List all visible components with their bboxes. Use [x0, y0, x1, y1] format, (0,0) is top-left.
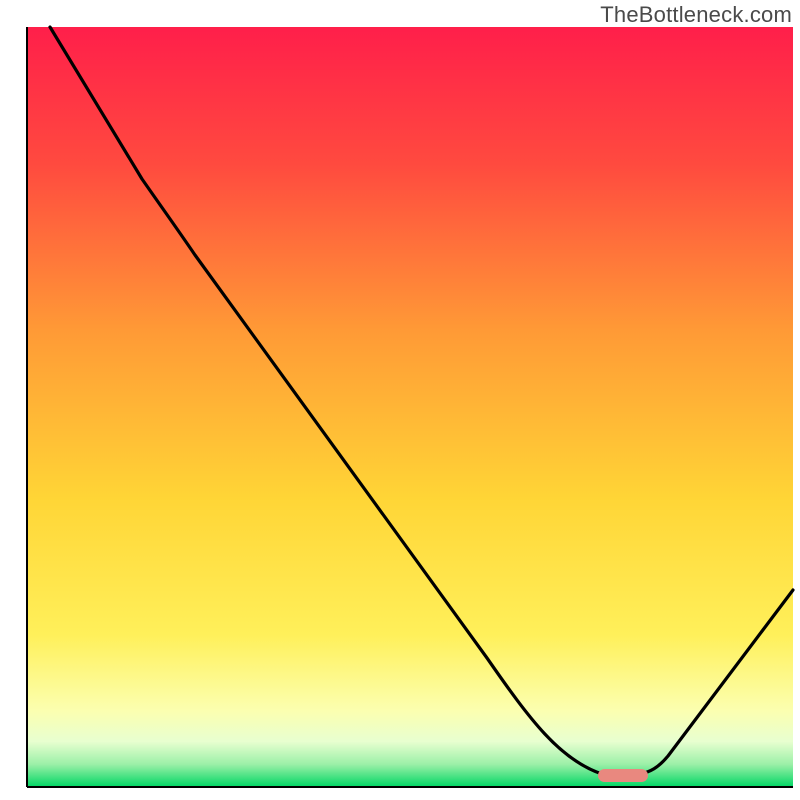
chart-gradient-background: [27, 27, 793, 787]
watermark-label: TheBottleneck.com: [600, 2, 792, 28]
chart-container: TheBottleneck.com: [0, 0, 800, 800]
bottleneck-chart: [0, 0, 800, 800]
optimal-range-marker: [598, 769, 648, 782]
